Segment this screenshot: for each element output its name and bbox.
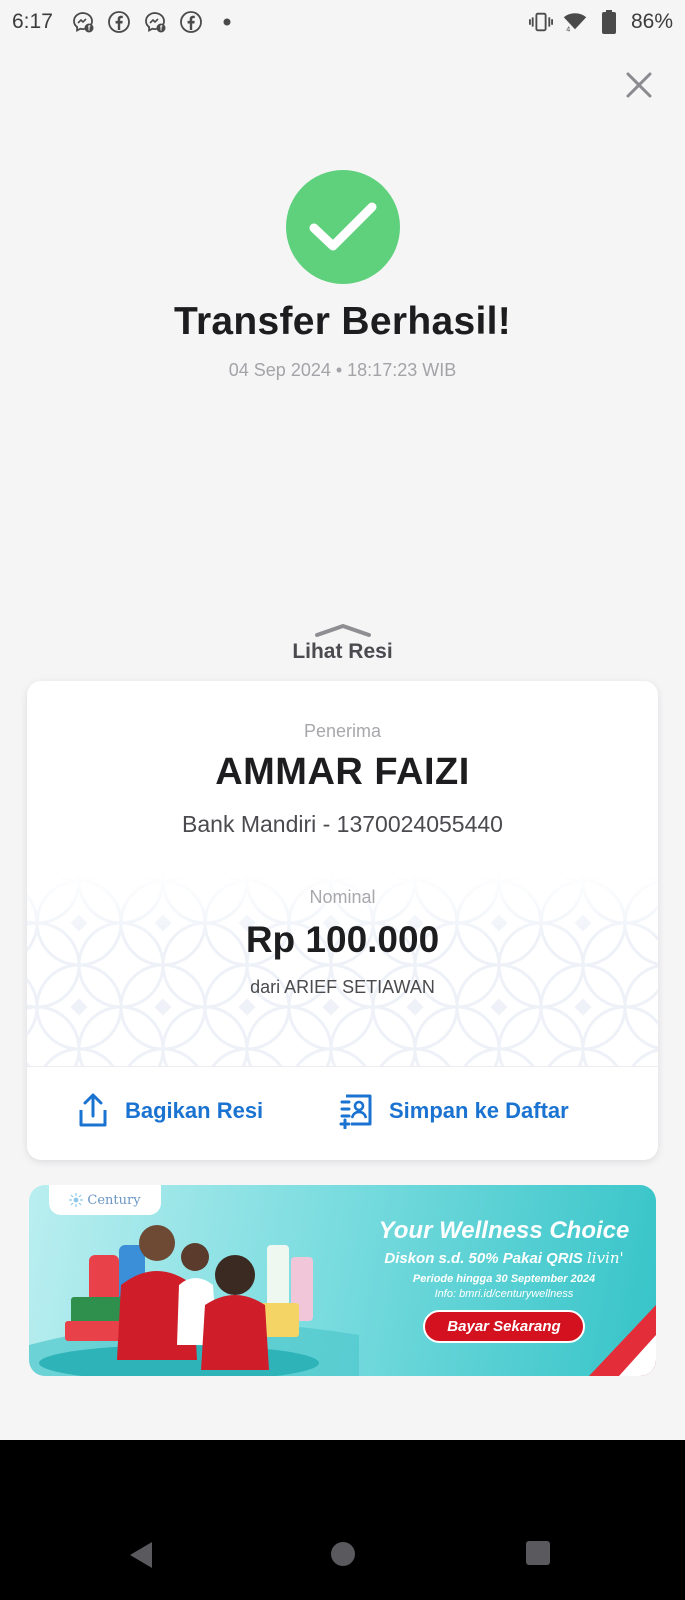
facebook-icon bbox=[179, 10, 203, 34]
banner-text: Your Wellness Choice Diskon s.d. 50% Pak… bbox=[359, 1217, 649, 1343]
facebook-icon bbox=[107, 10, 131, 34]
messenger-icon: f bbox=[143, 10, 167, 34]
view-receipt-toggle[interactable]: Lihat Resi bbox=[0, 640, 685, 664]
century-brand: Century bbox=[87, 1192, 141, 1208]
amount-label: Nominal bbox=[309, 887, 376, 907]
home-icon[interactable] bbox=[329, 1540, 357, 1568]
chevron-up-icon[interactable] bbox=[314, 622, 372, 638]
share-icon bbox=[79, 1093, 107, 1127]
success-badge bbox=[286, 170, 400, 284]
sender-name: dari ARIEF SETIAWAN bbox=[250, 977, 435, 997]
recipient-account: Bank Mandiri - 1370024055440 bbox=[182, 811, 503, 837]
banner-subtitle: Diskon s.d. 50% Pakai QRIS livin' bbox=[359, 1249, 649, 1267]
banner-subtitle-text: Diskon s.d. 50% Pakai QRIS bbox=[384, 1250, 583, 1267]
receipt-actions: Bagikan Resi Simpan ke Daftar bbox=[27, 1067, 658, 1160]
svg-text:4: 4 bbox=[566, 25, 570, 34]
save-to-list-label: Simpan ke Daftar bbox=[389, 1098, 569, 1123]
receipt-card: Penerima AMMAR FAIZI Bank Mandiri - 1370… bbox=[27, 681, 658, 1160]
close-button[interactable] bbox=[620, 66, 658, 104]
status-left: 6:17 f f bbox=[12, 10, 239, 34]
banner-period: Periode hingga 30 September 2024 bbox=[412, 1273, 596, 1285]
back-icon[interactable] bbox=[128, 1540, 154, 1570]
vibrate-icon bbox=[528, 10, 553, 34]
battery-icon bbox=[597, 10, 621, 34]
battery-percentage: 86% bbox=[630, 10, 673, 33]
messenger-icon: f bbox=[71, 10, 95, 34]
wifi-4-icon: 4 bbox=[563, 10, 587, 34]
livin-logo: livin' bbox=[586, 1249, 624, 1267]
recents-icon[interactable] bbox=[525, 1540, 551, 1566]
century-logo: Century bbox=[49, 1185, 161, 1215]
checkmark-icon bbox=[309, 202, 377, 251]
transaction-datetime: 04 Sep 2024 • 18:17:23 WIB bbox=[228, 360, 457, 380]
pay-now-button[interactable]: Bayar Sekarang bbox=[423, 1310, 585, 1343]
banner-info: Info: bmri.id/centurywellness bbox=[434, 1288, 574, 1300]
recipient-label: Penerima bbox=[303, 721, 382, 741]
sun-icon bbox=[69, 1193, 84, 1207]
dot-icon bbox=[215, 10, 239, 34]
share-receipt-label: Bagikan Resi bbox=[125, 1098, 264, 1123]
navigation-bar bbox=[0, 1440, 685, 1600]
add-contact-icon bbox=[339, 1094, 372, 1129]
save-to-list-button[interactable]: Simpan ke Daftar bbox=[339, 1093, 569, 1129]
status-bar: 6:17 f f 4 86% bbox=[0, 0, 685, 44]
promo-banner[interactable]: Century Your Wellness Choice Diskon s.d.… bbox=[29, 1185, 656, 1376]
transfer-amount: Rp 100.000 bbox=[245, 919, 440, 960]
close-icon bbox=[626, 72, 652, 98]
recipient-name: AMMAR FAIZI bbox=[215, 751, 470, 793]
status-time: 6:17 bbox=[12, 10, 53, 33]
share-receipt-button[interactable]: Bagikan Resi bbox=[77, 1093, 263, 1129]
page-title: Transfer Berhasil! bbox=[173, 300, 512, 343]
status-right: 4 86% bbox=[528, 10, 673, 34]
banner-title: Your Wellness Choice bbox=[378, 1217, 630, 1244]
